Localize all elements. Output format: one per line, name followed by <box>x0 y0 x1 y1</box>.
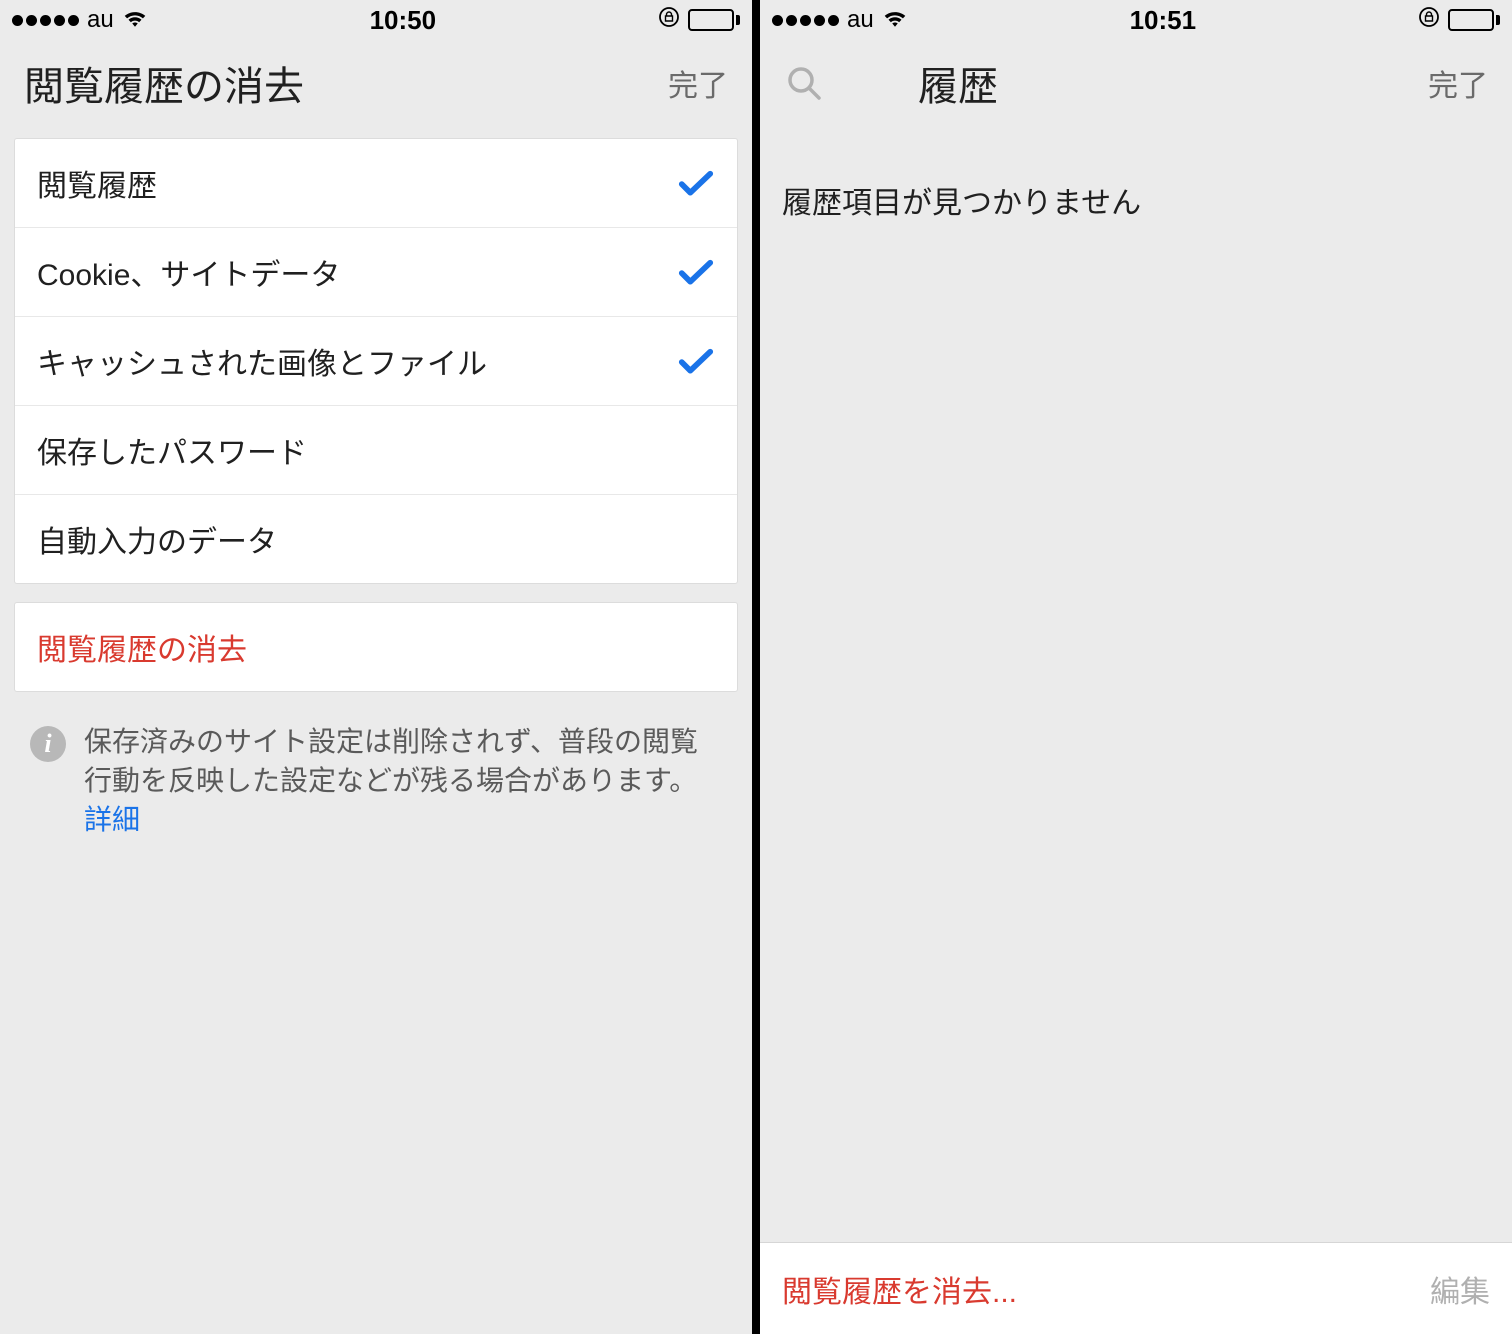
option-browsing-history[interactable]: 閲覧履歴 <box>15 139 737 228</box>
option-label: 保存したパスワード <box>37 428 715 472</box>
rotation-lock-icon <box>1418 6 1440 35</box>
status-bar: au 10:50 <box>0 0 752 40</box>
page-header: 閲覧履歴の消去 完了 <box>0 40 752 138</box>
carrier-label: au <box>87 6 114 34</box>
signal-dots-icon <box>12 15 79 26</box>
wifi-icon <box>122 6 148 34</box>
page-title: 閲覧履歴の消去 <box>24 54 668 112</box>
option-label: Cookie、サイトデータ <box>37 250 677 294</box>
edit-button[interactable]: 編集 <box>1430 1267 1490 1311</box>
clear-browsing-data-button[interactable]: 閲覧履歴の消去 <box>15 603 737 691</box>
clear-action-group: 閲覧履歴の消去 <box>14 602 738 692</box>
done-button[interactable]: 完了 <box>668 61 728 105</box>
bottom-toolbar: 閲覧履歴を消去... 編集 <box>760 1242 1512 1334</box>
wifi-icon <box>882 6 908 34</box>
status-time: 10:51 <box>1130 5 1197 36</box>
checkmark-icon <box>677 346 715 376</box>
clear-browsing-data-screen: au 10:50 閲覧履歴の消去 完了 閲覧履歴 Cookie、サイトデータ <box>0 0 756 1334</box>
option-autofill-data[interactable]: 自動入力のデータ <box>15 495 737 583</box>
page-header: 履歴 完了 <box>760 40 1512 138</box>
status-left: au <box>12 6 148 34</box>
info-icon: i <box>30 726 66 762</box>
option-cached-images-files[interactable]: キャッシュされた画像とファイル <box>15 317 737 406</box>
history-screen: au 10:51 履歴 完了 履歴項目が見つかりません 閲覧履歴を消去... 編… <box>756 0 1512 1334</box>
search-icon[interactable] <box>784 63 824 103</box>
checkmark-icon <box>677 257 715 287</box>
battery-icon <box>1448 9 1500 31</box>
option-cookies-site-data[interactable]: Cookie、サイトデータ <box>15 228 737 317</box>
option-label: キャッシュされた画像とファイル <box>37 339 677 383</box>
status-time: 10:50 <box>370 5 437 36</box>
carrier-label: au <box>847 6 874 34</box>
status-left: au <box>772 6 908 34</box>
option-label: 自動入力のデータ <box>37 517 715 561</box>
done-button[interactable]: 完了 <box>1428 61 1488 105</box>
status-right <box>1418 6 1500 35</box>
info-text-body: 保存済みのサイト設定は削除されず、普段の閲覧行動を反映した設定などが残る場合があ… <box>84 726 698 796</box>
rotation-lock-icon <box>658 6 680 35</box>
info-note: i 保存済みのサイト設定は削除されず、普段の閲覧行動を反映した設定などが残る場合… <box>0 712 752 850</box>
signal-dots-icon <box>772 15 839 26</box>
empty-history-text: 履歴項目が見つかりません <box>760 138 1512 222</box>
info-text: 保存済みのサイト設定は削除されず、普段の閲覧行動を反映した設定などが残る場合があ… <box>84 722 722 840</box>
option-label: 閲覧履歴 <box>37 161 677 205</box>
battery-icon <box>688 9 740 31</box>
clear-history-button[interactable]: 閲覧履歴を消去... <box>782 1267 1017 1311</box>
status-bar: au 10:51 <box>760 0 1512 40</box>
status-right <box>658 6 740 35</box>
option-saved-passwords[interactable]: 保存したパスワード <box>15 406 737 495</box>
page-title: 履歴 <box>918 54 1428 112</box>
options-list: 閲覧履歴 Cookie、サイトデータ キャッシュされた画像とファイル 保存したパ… <box>14 138 738 584</box>
details-link[interactable]: 詳細 <box>84 804 140 835</box>
checkmark-icon <box>677 168 715 198</box>
